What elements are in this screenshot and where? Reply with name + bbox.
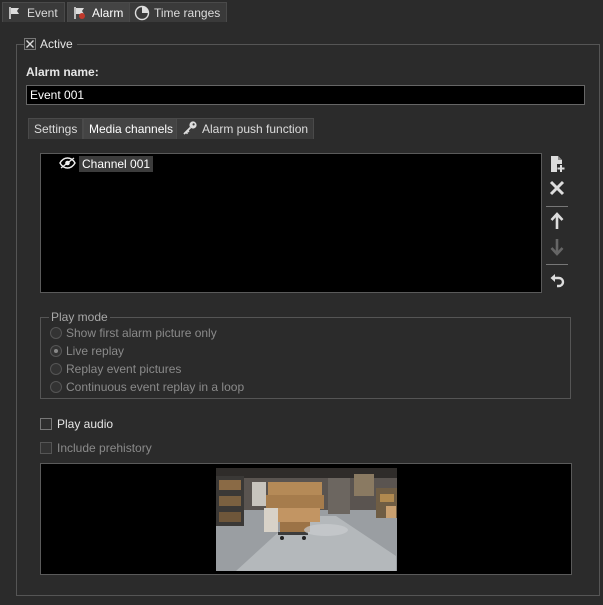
include-prehistory-row[interactable]: Include prehistory — [40, 440, 152, 456]
play-mode-legend: Play mode — [51, 310, 108, 324]
tab-alarm[interactable]: Alarm — [67, 2, 131, 22]
radio-button[interactable] — [50, 381, 62, 393]
active-label: Active — [40, 37, 73, 51]
tab-event[interactable]: Event — [2, 2, 65, 22]
radio-replay-event-pictures[interactable]: Replay event pictures — [50, 361, 181, 377]
key-icon — [182, 120, 198, 139]
tab-time-ranges[interactable]: Time ranges — [129, 2, 228, 22]
tab-media-channels-label: Media channels — [89, 122, 174, 136]
camera-preview — [40, 463, 572, 575]
play-audio-checkbox[interactable] — [40, 418, 52, 430]
include-prehistory-checkbox[interactable] — [40, 442, 52, 454]
pie-clock-icon — [134, 5, 150, 21]
tab-alarm-push-function[interactable]: Alarm push function — [176, 118, 315, 139]
radio-label: Live replay — [66, 344, 125, 358]
eye-icon — [59, 156, 76, 172]
add-channel-button[interactable] — [545, 154, 569, 176]
flag-icon — [7, 6, 23, 20]
radio-label: Continuous event replay in a loop — [66, 380, 245, 394]
radio-label: Show first alarm picture only — [66, 326, 217, 340]
alarm-name-input[interactable] — [26, 85, 585, 105]
move-up-button[interactable] — [545, 211, 569, 233]
play-audio-row[interactable]: Play audio — [40, 416, 113, 432]
radio-button[interactable] — [50, 327, 62, 339]
alarm-name-label: Alarm name: — [26, 65, 99, 79]
undo-button[interactable] — [545, 270, 569, 292]
arrow-up-icon — [550, 211, 564, 233]
remove-channel-button[interactable] — [545, 178, 569, 200]
tab-event-label: Event — [27, 5, 58, 20]
toolbar-divider — [546, 206, 568, 207]
play-audio-label: Play audio — [57, 417, 114, 431]
toolbar-divider — [546, 264, 568, 265]
tab-alarm-push-function-label: Alarm push function — [202, 122, 309, 136]
tab-alarm-label: Alarm — [92, 5, 124, 20]
list-item[interactable]: Channel 001 — [59, 156, 154, 172]
radio-button[interactable] — [50, 345, 62, 357]
move-down-button[interactable] — [545, 237, 569, 259]
tab-settings-label: Settings — [34, 122, 78, 136]
radio-live-replay[interactable]: Live replay — [50, 343, 124, 359]
warehouse-camera-image — [216, 468, 397, 571]
arrow-down-icon — [550, 238, 564, 259]
channel-list[interactable]: Channel 001 — [40, 153, 542, 293]
channel-label: Channel 001 — [79, 156, 154, 172]
channel-toolbar — [545, 153, 569, 293]
active-checkbox-row[interactable]: Active — [24, 37, 77, 51]
tab-time-ranges-label: Time ranges — [154, 5, 221, 20]
close-icon — [549, 180, 565, 199]
radio-show-first-alarm-picture[interactable]: Show first alarm picture only — [50, 325, 217, 341]
radio-button[interactable] — [50, 363, 62, 375]
include-prehistory-label: Include prehistory — [57, 441, 152, 455]
radio-continuous-event-replay[interactable]: Continuous event replay in a loop — [50, 379, 244, 395]
alarm-flag-icon — [72, 6, 88, 20]
active-checkbox[interactable] — [24, 38, 36, 50]
radio-label: Replay event pictures — [66, 362, 182, 376]
tab-media-channels[interactable]: Media channels — [83, 118, 180, 139]
undo-icon — [549, 272, 565, 291]
tab-settings[interactable]: Settings — [28, 118, 84, 139]
add-document-icon — [548, 155, 566, 176]
